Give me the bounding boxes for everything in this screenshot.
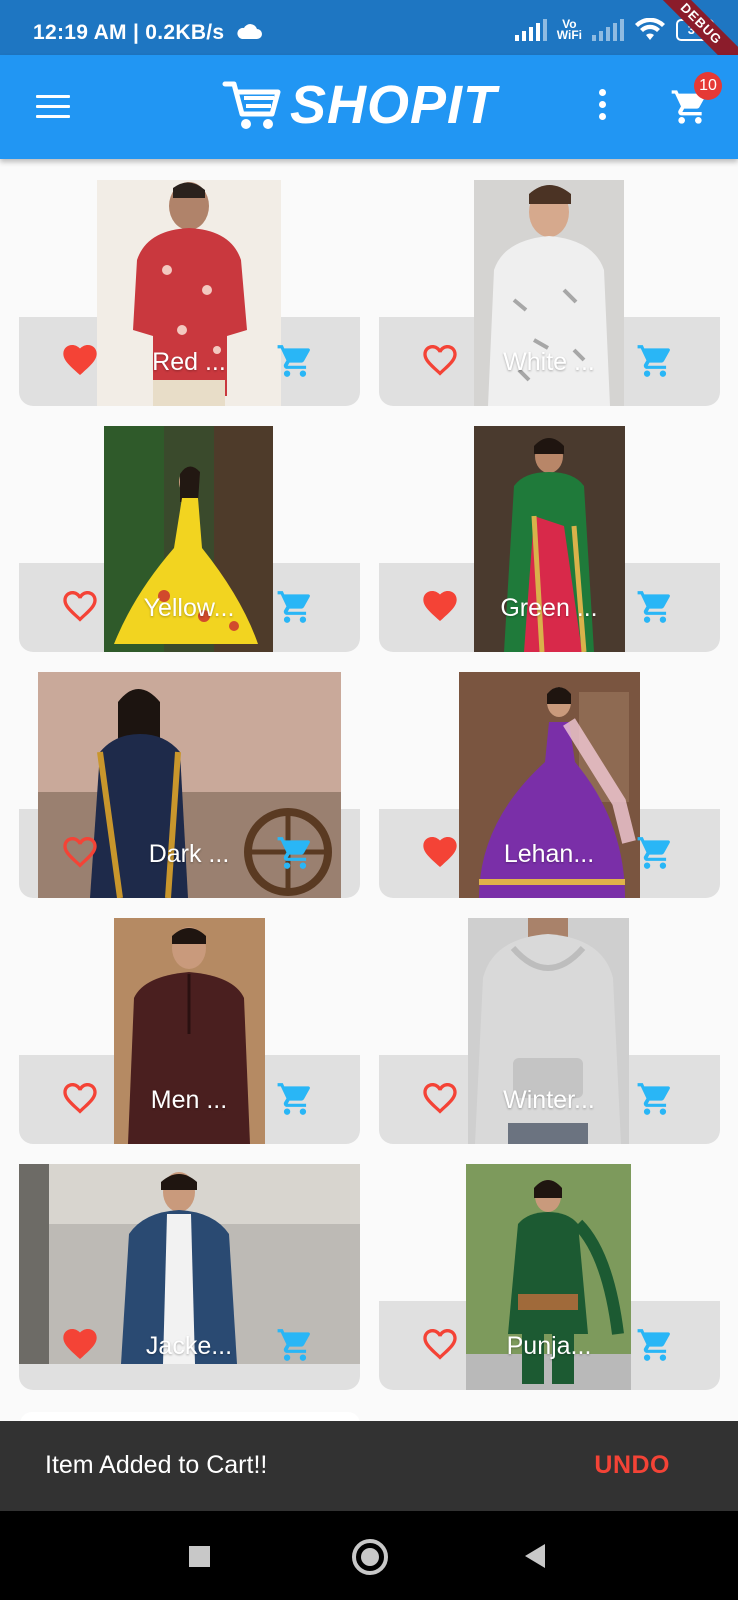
product-card[interactable]: Green ... xyxy=(379,426,720,652)
product-card[interactable]: Winter... xyxy=(379,918,720,1144)
heart-outline-icon[interactable] xyxy=(59,1078,101,1118)
product-title: Winter... xyxy=(503,1086,595,1114)
add-to-cart-icon[interactable] xyxy=(276,588,314,626)
add-to-cart-icon[interactable] xyxy=(276,834,314,872)
add-to-cart-icon[interactable] xyxy=(276,1326,314,1364)
product-card[interactable]: Dark ... xyxy=(19,672,360,898)
heart-filled-icon[interactable] xyxy=(59,340,101,380)
product-title: Yellow... xyxy=(143,594,235,622)
product-card[interactable]: Yellow... xyxy=(19,426,360,652)
product-card[interactable]: Jacke... xyxy=(19,1164,360,1390)
heart-filled-icon[interactable] xyxy=(419,832,461,872)
signal-icon xyxy=(514,19,547,41)
heart-outline-icon[interactable] xyxy=(419,1324,461,1364)
back-button[interactable] xyxy=(525,1544,545,1568)
snackbar-message: Item Added to Cart!! xyxy=(45,1451,268,1479)
more-options-icon[interactable] xyxy=(595,89,609,123)
add-to-cart-icon[interactable] xyxy=(636,342,674,380)
status-time: 12:19 AM | 0.2KB/s xyxy=(33,21,225,44)
product-title: Lehan... xyxy=(503,840,595,868)
signal-icon-2 xyxy=(592,19,624,41)
volte-wifi-label: Vo WiFi xyxy=(556,17,582,42)
app-logo: SHOPIT xyxy=(222,75,497,135)
snackbar: Item Added to Cart!! UNDO xyxy=(0,1421,738,1511)
product-card[interactable]: White ... xyxy=(379,180,720,406)
product-title: White ... xyxy=(503,348,595,376)
product-card[interactable]: Lehan... xyxy=(379,672,720,898)
product-card[interactable]: Red ... xyxy=(19,180,360,406)
status-bar: 12:19 AM | 0.2KB/s VoWiFi 30 DEBUG xyxy=(0,0,738,85)
add-to-cart-icon[interactable] xyxy=(276,1080,314,1118)
home-button[interactable] xyxy=(352,1539,388,1575)
product-title: Green ... xyxy=(500,594,598,622)
product-card[interactable]: Punja... xyxy=(379,1164,720,1390)
heart-outline-icon[interactable] xyxy=(59,586,101,626)
product-title: Men ... xyxy=(150,1086,228,1114)
heart-outline-icon[interactable] xyxy=(419,340,461,380)
add-to-cart-icon[interactable] xyxy=(636,1326,674,1364)
add-to-cart-icon[interactable] xyxy=(636,834,674,872)
product-card[interactable]: Men ... xyxy=(19,918,360,1144)
app-title: SHOPIT xyxy=(290,75,498,135)
recents-button[interactable] xyxy=(189,1546,210,1567)
product-title: Red ... xyxy=(152,348,226,376)
system-nav-bar xyxy=(0,1511,738,1600)
shopping-cart-logo-icon xyxy=(222,81,281,129)
cloud-icon xyxy=(236,22,262,46)
cart-count-badge: 10 xyxy=(694,72,722,100)
product-title: Jacke... xyxy=(145,1332,233,1360)
heart-filled-icon[interactable] xyxy=(59,1324,101,1364)
product-title: Punja... xyxy=(506,1332,592,1360)
add-to-cart-icon[interactable] xyxy=(636,588,674,626)
heart-filled-icon[interactable] xyxy=(419,586,461,626)
undo-button[interactable]: UNDO xyxy=(594,1451,670,1480)
app-bar: SHOPIT 10 xyxy=(0,55,738,159)
add-to-cart-icon[interactable] xyxy=(276,342,314,380)
heart-outline-icon[interactable] xyxy=(59,832,101,872)
menu-icon[interactable] xyxy=(36,95,70,119)
product-title: Dark ... xyxy=(148,840,230,868)
heart-outline-icon[interactable] xyxy=(419,1078,461,1118)
wifi-icon xyxy=(635,18,665,40)
add-to-cart-icon[interactable] xyxy=(636,1080,674,1118)
